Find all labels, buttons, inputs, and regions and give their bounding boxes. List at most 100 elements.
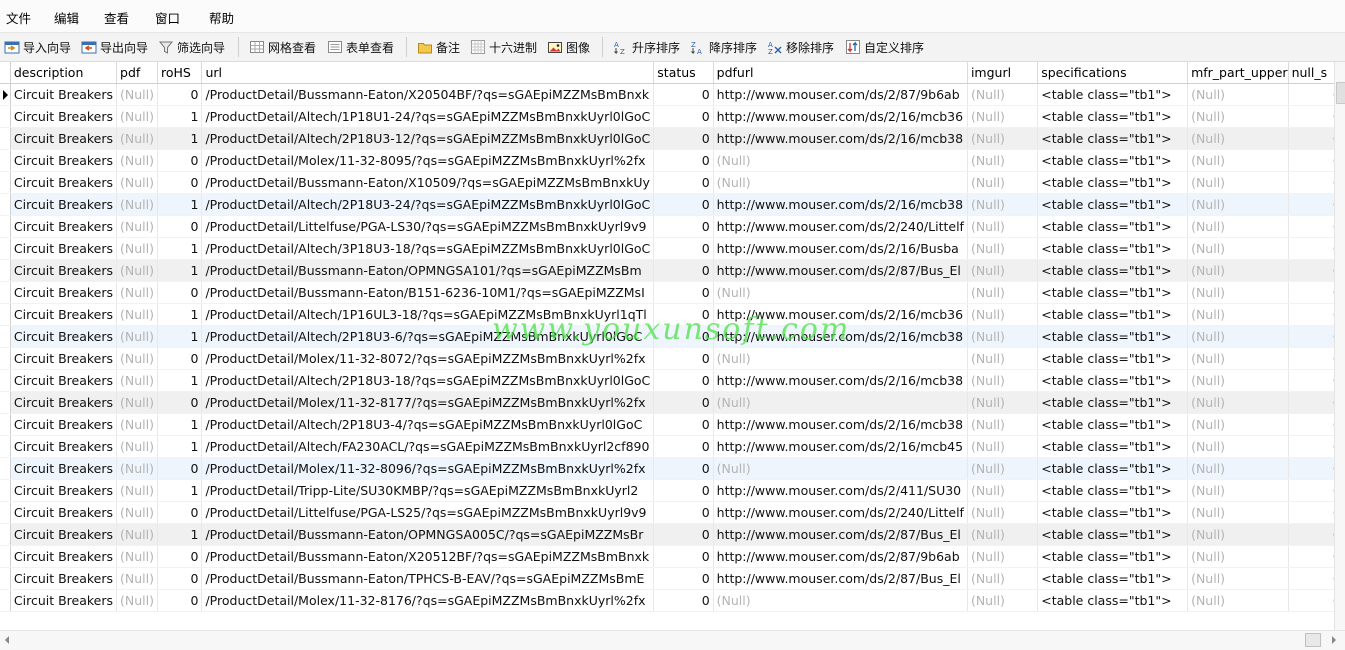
table-cell-specifications[interactable]: <table class="tb1"> bbox=[1037, 589, 1189, 612]
row-indicator[interactable] bbox=[0, 237, 11, 260]
table-cell-pdf[interactable]: (Null) bbox=[116, 413, 158, 436]
table-cell-status[interactable]: 0 bbox=[653, 523, 714, 546]
table-row[interactable]: Circuit Breakers (Null) 1/ProductDetail/Al… bbox=[0, 193, 1345, 216]
row-indicator[interactable] bbox=[0, 523, 11, 546]
table-cell-roHS[interactable]: 0 bbox=[157, 347, 203, 370]
row-indicator[interactable] bbox=[0, 303, 11, 326]
row-indicator[interactable] bbox=[0, 347, 11, 370]
table-cell-roHS[interactable]: 1 bbox=[157, 303, 203, 326]
table-cell-specifications[interactable]: <table class="tb1"> bbox=[1037, 325, 1189, 348]
table-cell-specifications[interactable]: <table class="tb1"> bbox=[1037, 105, 1189, 128]
table-cell-specifications[interactable]: <table class="tb1"> bbox=[1037, 193, 1189, 216]
table-row[interactable]: Circuit Breakers (Null) 1/ProductDetail/Al… bbox=[0, 127, 1345, 150]
table-cell-status[interactable]: 0 bbox=[653, 149, 714, 172]
table-row[interactable]: Circuit Breakers (Null) 1/ProductDetail/Al… bbox=[0, 303, 1345, 326]
table-cell-url[interactable]: /ProductDetail/Altech/2P18U3-24/?qs=sGAE… bbox=[201, 193, 655, 216]
table-cell-status[interactable]: 0 bbox=[653, 83, 714, 106]
row-indicator[interactable] bbox=[0, 149, 11, 172]
table-cell-roHS[interactable]: 0 bbox=[157, 545, 203, 568]
table-cell-pdfurl[interactable]: http://www.mouser.com/ds/2/16/mcb38 bbox=[713, 369, 968, 392]
table-cell-url[interactable]: /ProductDetail/Bussmann-Eaton/X10509/?qs… bbox=[201, 171, 655, 194]
table-cell-mfr-part-upper[interactable]: (Null) bbox=[1187, 501, 1289, 524]
table-cell-url[interactable]: /ProductDetail/Bussmann-Eaton/X20504BF/?… bbox=[201, 83, 655, 106]
row-indicator[interactable] bbox=[0, 105, 11, 128]
table-cell-pdfurl[interactable]: (Null) bbox=[713, 589, 968, 612]
table-cell-status[interactable]: 0 bbox=[653, 237, 714, 260]
table-cell-imgurl[interactable]: (Null) bbox=[967, 325, 1039, 348]
table-cell-url[interactable]: /ProductDetail/Altech/FA230ACL/?qs=sGAEp… bbox=[201, 435, 655, 458]
table-cell-url[interactable]: /ProductDetail/Bussmann-Eaton/OPMNGSA101… bbox=[201, 259, 655, 282]
table-cell-mfr-part-upper[interactable]: (Null) bbox=[1187, 215, 1289, 238]
table-cell-pdf[interactable]: (Null) bbox=[116, 567, 158, 590]
table-cell-description[interactable]: Circuit Breakers bbox=[10, 567, 118, 590]
memo-button[interactable]: 备注 bbox=[417, 37, 460, 57]
table-cell-imgurl[interactable]: (Null) bbox=[967, 435, 1039, 458]
table-row[interactable]: Circuit Breakers (Null) 1/ProductDetail/Bu… bbox=[0, 523, 1345, 546]
table-cell-imgurl[interactable]: (Null) bbox=[967, 589, 1039, 612]
table-cell-url[interactable]: /ProductDetail/Molex/11-32-8177/?qs=sGAE… bbox=[201, 391, 655, 414]
table-cell-roHS[interactable]: 0 bbox=[157, 457, 203, 480]
table-cell-roHS[interactable]: 1 bbox=[157, 105, 203, 128]
table-cell-status[interactable]: 0 bbox=[653, 105, 714, 128]
column-header[interactable]: pdfurl bbox=[713, 62, 968, 84]
row-indicator[interactable] bbox=[0, 127, 11, 150]
scroll-right-icon[interactable] bbox=[1332, 636, 1336, 644]
horizontal-scrollbar[interactable] bbox=[0, 630, 1345, 650]
table-row[interactable]: Circuit Breakers (Null) 0/ProductDetail/Bu… bbox=[0, 281, 1345, 304]
table-cell-description[interactable]: Circuit Breakers bbox=[10, 237, 118, 260]
table-cell-roHS[interactable]: 1 bbox=[157, 369, 203, 392]
scroll-left-icon[interactable] bbox=[5, 636, 9, 644]
table-cell-status[interactable]: 0 bbox=[653, 171, 714, 194]
table-cell-status[interactable]: 0 bbox=[653, 193, 714, 216]
table-row[interactable]: Circuit Breakers (Null) 1/ProductDetail/Al… bbox=[0, 105, 1345, 128]
table-cell-specifications[interactable]: <table class="tb1"> bbox=[1037, 281, 1189, 304]
table-cell-specifications[interactable]: <table class="tb1"> bbox=[1037, 435, 1189, 458]
table-cell-url[interactable]: /ProductDetail/Molex/11-32-8096/?qs=sGAE… bbox=[201, 457, 655, 480]
table-cell-roHS[interactable]: 0 bbox=[157, 501, 203, 524]
table-cell-description[interactable]: Circuit Breakers bbox=[10, 171, 118, 194]
horizontal-scroll-thumb[interactable] bbox=[1305, 633, 1321, 647]
menu-view[interactable]: 查看 bbox=[104, 8, 129, 27]
table-cell-description[interactable]: Circuit Breakers bbox=[10, 545, 118, 568]
table-cell-description[interactable]: Circuit Breakers bbox=[10, 105, 118, 128]
table-cell-status[interactable]: 0 bbox=[653, 589, 714, 612]
table-cell-pdf[interactable]: (Null) bbox=[116, 303, 158, 326]
table-cell-mfr-part-upper[interactable]: (Null) bbox=[1187, 545, 1289, 568]
row-indicator[interactable] bbox=[0, 567, 11, 590]
table-cell-mfr-part-upper[interactable]: (Null) bbox=[1187, 567, 1289, 590]
table-cell-status[interactable]: 0 bbox=[653, 325, 714, 348]
table-cell-specifications[interactable]: <table class="tb1"> bbox=[1037, 391, 1189, 414]
table-cell-status[interactable]: 0 bbox=[653, 303, 714, 326]
table-cell-description[interactable]: Circuit Breakers bbox=[10, 281, 118, 304]
table-cell-pdfurl[interactable]: http://www.mouser.com/ds/2/16/mcb38 bbox=[713, 325, 968, 348]
table-cell-pdf[interactable]: (Null) bbox=[116, 479, 158, 502]
table-row[interactable]: Circuit Breakers (Null) 0/ProductDetail/Bu… bbox=[0, 171, 1345, 194]
table-cell-mfr-part-upper[interactable]: (Null) bbox=[1187, 457, 1289, 480]
table-cell-url[interactable]: /ProductDetail/Altech/1P16UL3-18/?qs=sGA… bbox=[201, 303, 655, 326]
table-row[interactable]: Circuit Breakers (Null) 1/ProductDetail/Al… bbox=[0, 435, 1345, 458]
row-indicator[interactable] bbox=[0, 457, 11, 480]
table-cell-description[interactable]: Circuit Breakers bbox=[10, 501, 118, 524]
table-cell-pdfurl[interactable]: (Null) bbox=[713, 457, 968, 480]
table-row[interactable]: Circuit Breakers (Null) 0/ProductDetail/Li… bbox=[0, 215, 1345, 238]
table-cell-description[interactable]: Circuit Breakers bbox=[10, 325, 118, 348]
table-cell-imgurl[interactable]: (Null) bbox=[967, 215, 1039, 238]
table-row[interactable]: Circuit Breakers (Null) 1/ProductDetail/Al… bbox=[0, 237, 1345, 260]
table-cell-imgurl[interactable]: (Null) bbox=[967, 545, 1039, 568]
table-cell-mfr-part-upper[interactable]: (Null) bbox=[1187, 347, 1289, 370]
table-cell-description[interactable]: Circuit Breakers bbox=[10, 83, 118, 106]
table-cell-status[interactable]: 0 bbox=[653, 457, 714, 480]
table-cell-description[interactable]: Circuit Breakers bbox=[10, 369, 118, 392]
table-cell-pdfurl[interactable]: (Null) bbox=[713, 149, 968, 172]
column-header[interactable]: status bbox=[653, 62, 714, 84]
table-cell-url[interactable]: /ProductDetail/Bussmann-Eaton/TPHCS-B-EA… bbox=[201, 567, 655, 590]
table-cell-pdfurl[interactable]: http://www.mouser.com/ds/2/16/Busba bbox=[713, 237, 968, 260]
table-cell-description[interactable]: Circuit Breakers bbox=[10, 523, 118, 546]
table-cell-pdfurl[interactable]: (Null) bbox=[713, 347, 968, 370]
table-cell-roHS[interactable]: 0 bbox=[157, 215, 203, 238]
table-cell-imgurl[interactable]: (Null) bbox=[967, 369, 1039, 392]
table-cell-roHS[interactable]: 1 bbox=[157, 193, 203, 216]
table-cell-roHS[interactable]: 0 bbox=[157, 149, 203, 172]
form-view-button[interactable]: 表单查看 bbox=[327, 37, 394, 57]
row-indicator[interactable] bbox=[0, 501, 11, 524]
